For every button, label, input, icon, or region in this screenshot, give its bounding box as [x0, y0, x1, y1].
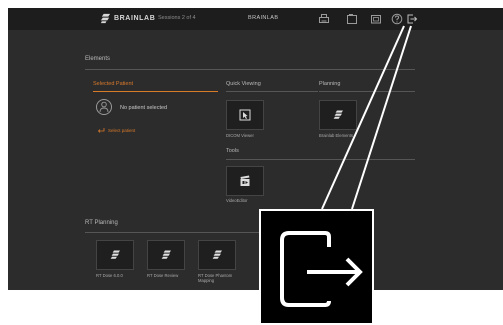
session-indicator[interactable]: Sessions 2 of 4 — [158, 15, 196, 21]
brainlab-launcher-screen: BRAINLAB Sessions 2 of 4 BRAINLAB Elemen… — [8, 8, 503, 290]
dicom-viewer-tile[interactable] — [226, 100, 264, 130]
logo-text: BRAINLAB — [114, 15, 156, 22]
rt-dose-phantom-mapping-tile[interactable] — [198, 240, 236, 270]
elements-divider — [85, 69, 415, 70]
brainlab-logo-icon — [100, 13, 111, 24]
center-title: BRAINLAB — [248, 15, 279, 21]
tools-header: Tools — [226, 148, 239, 154]
window-icon[interactable] — [370, 13, 382, 25]
logout-icon — [280, 231, 363, 307]
rt-dose-label: RT Dose 6.0.0 — [96, 273, 123, 278]
help-icon[interactable] — [391, 13, 403, 25]
tools-divider — [226, 159, 415, 160]
rt-dose-review-label: RT Dose Review — [147, 273, 179, 278]
rt-dose-tile[interactable] — [96, 240, 134, 270]
logout-icon-zoom — [259, 209, 374, 325]
screenshot-icon[interactable] — [346, 13, 358, 25]
video-editor-tile[interactable] — [226, 166, 264, 196]
patient-avatar-icon — [96, 99, 112, 115]
rt-dose-phantom-mapping-label: RT Dose Phantom Mapping — [198, 273, 233, 283]
brainlab-logo-icon — [110, 250, 120, 259]
planning-divider — [319, 91, 415, 92]
select-patient-link[interactable]: Select patient — [97, 127, 135, 133]
brainlab-logo-icon — [212, 250, 222, 259]
brainlab-logo: BRAINLAB — [100, 13, 155, 24]
planning-header: Planning — [319, 81, 341, 87]
logout-icon[interactable] — [406, 13, 418, 25]
selected-patient-header: Selected Patient — [93, 81, 134, 87]
quick-viewing-header: Quick Viewing — [226, 81, 261, 87]
select-patient-label: Select patient — [108, 127, 136, 133]
no-patient-status: No patient selected — [120, 105, 168, 111]
video-editor-label: VideoEditor — [226, 198, 248, 203]
rt-dose-review-tile[interactable] — [147, 240, 185, 270]
top-bar: BRAINLAB Sessions 2 of 4 BRAINLAB — [8, 8, 503, 30]
video-editor-icon — [240, 175, 250, 186]
brainlab-elements-tile[interactable] — [319, 100, 357, 130]
brainlab-logo-icon — [161, 250, 171, 259]
quick-viewing-divider — [226, 91, 318, 92]
print-icon[interactable] — [318, 13, 330, 25]
viewer-icon — [239, 109, 251, 121]
rt-planning-divider — [85, 232, 260, 233]
brainlab-elements-label: Brainlab Elements — [319, 133, 353, 138]
dicom-viewer-label: DICOM Viewer — [226, 133, 254, 138]
arrow-back-icon — [97, 128, 105, 133]
selected-patient-underline — [93, 91, 218, 92]
brainlab-logo-icon — [333, 110, 343, 119]
elements-section-title: Elements — [85, 56, 111, 62]
rt-planning-section-title: RT Planning — [85, 220, 118, 226]
